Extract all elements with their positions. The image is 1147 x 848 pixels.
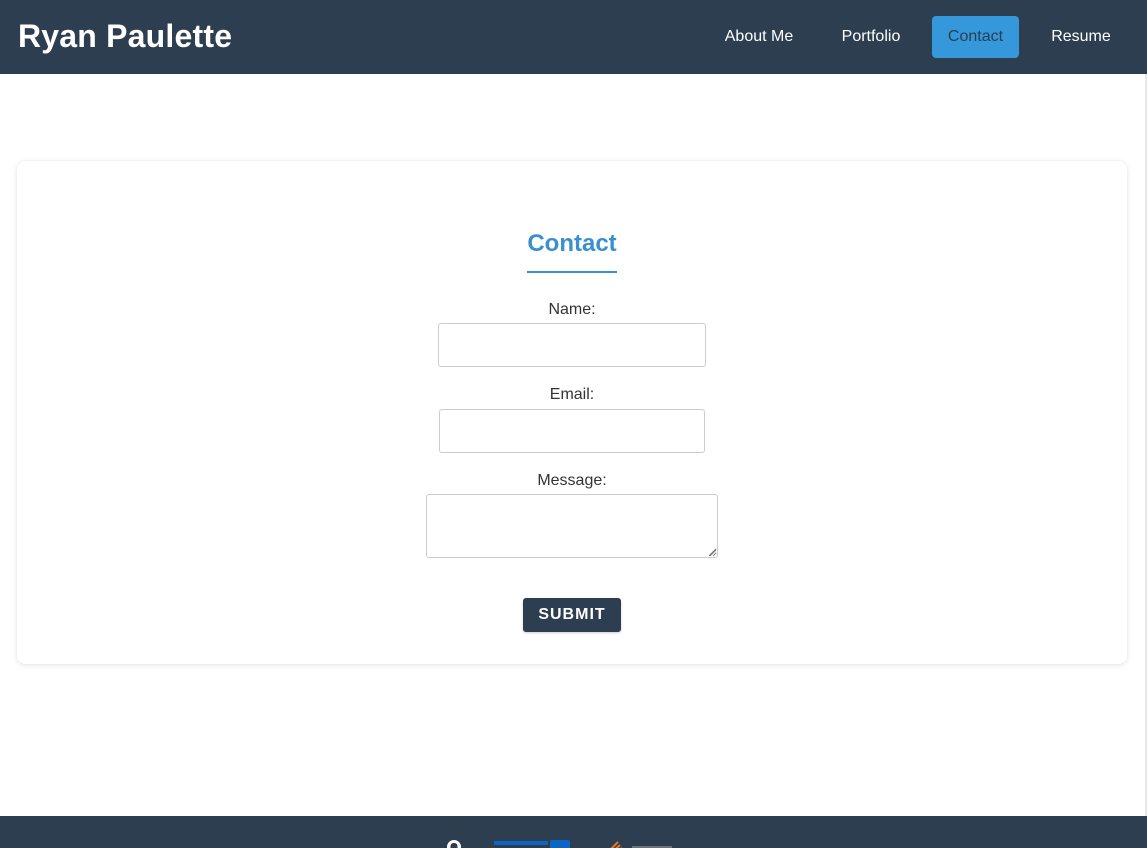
nav-contact[interactable]: Contact [932,16,1019,58]
message-field[interactable] [426,494,718,558]
linkedin-icon[interactable] [494,838,574,848]
name-label: Name: [548,301,596,318]
nav-resume[interactable]: Resume [1036,16,1126,58]
name-field[interactable] [438,323,706,367]
contact-title: Contact [527,230,617,257]
page: Ryan Paulette About Me Portfolio Contact… [0,0,1147,848]
site-footer [0,816,1147,848]
main-nav: About Me Portfolio Contact Resume [0,16,1147,58]
title-underline [527,271,617,273]
resize-handle-icon[interactable] [709,549,717,557]
email-label: Email: [549,386,595,403]
nav-about-me[interactable]: About Me [709,16,809,58]
message-label: Message: [537,472,607,489]
contact-card: Contact Name: Email: Message: Submit [17,161,1127,664]
submit-button[interactable]: Submit [523,598,621,632]
site-header: Ryan Paulette About Me Portfolio Contact… [0,0,1147,74]
github-icon[interactable] [444,838,464,848]
stackoverflow-icon[interactable] [604,838,694,848]
email-field[interactable] [439,409,705,453]
nav-portfolio[interactable]: Portfolio [826,16,916,58]
